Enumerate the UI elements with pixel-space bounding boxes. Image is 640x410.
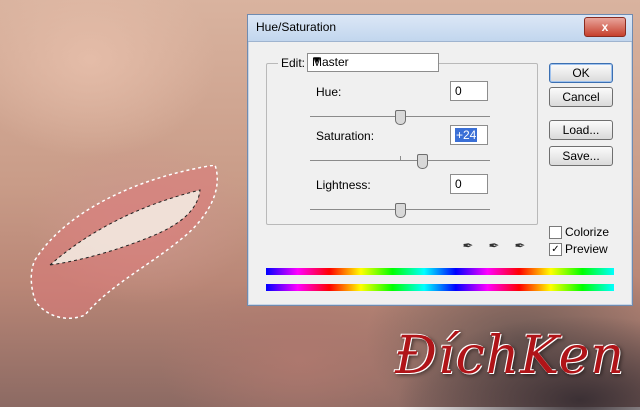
colorize-label: Colorize	[565, 225, 610, 239]
eyedropper-icon[interactable]: ✒	[461, 239, 475, 253]
ok-button[interactable]: OK	[549, 63, 613, 83]
saturation-input[interactable]: +24	[450, 125, 488, 145]
close-button[interactable]: x	[584, 17, 626, 37]
input-color-bar	[266, 268, 614, 275]
preview-checkbox[interactable]: ✓	[549, 243, 562, 256]
saturation-slider-thumb[interactable]	[416, 154, 428, 169]
load-button[interactable]: Load...	[549, 120, 613, 140]
cancel-button[interactable]: Cancel	[549, 87, 613, 107]
hue-label: Hue:	[316, 85, 342, 99]
saturation-label: Saturation:	[316, 129, 375, 143]
saturation-center-tick	[400, 156, 401, 161]
hue-input[interactable]: 0	[450, 81, 488, 101]
watermark-signature: ĐíchKen	[395, 326, 625, 386]
eyedropper-plus-icon[interactable]: ✒	[487, 239, 501, 253]
saturation-value: +24	[455, 128, 478, 142]
dialog-title: Hue/Saturation	[256, 20, 337, 34]
adjustment-group	[266, 63, 538, 225]
output-color-bar	[266, 284, 614, 291]
eyedropper-minus-icon[interactable]: ✒	[513, 239, 527, 253]
preview-label: Preview	[565, 242, 608, 256]
lightness-input[interactable]: 0	[450, 174, 488, 194]
lip-selection	[30, 165, 218, 320]
lightness-slider-thumb[interactable]	[395, 203, 406, 218]
edit-label: Edit:	[278, 56, 309, 70]
hue-saturation-dialog: Hue/Saturation x Edit: Master ▼ Hue: 0 S…	[247, 14, 633, 306]
chevron-down-icon: ▼	[312, 55, 322, 66]
colorize-checkbox[interactable]	[549, 226, 562, 239]
titlebar[interactable]: Hue/Saturation x	[248, 15, 632, 42]
hue-value: 0	[455, 84, 462, 98]
save-button[interactable]: Save...	[549, 146, 613, 166]
edit-select[interactable]: Master ▼	[307, 53, 439, 72]
lightness-label: Lightness:	[316, 178, 371, 192]
lightness-value: 0	[455, 177, 462, 191]
hue-slider-thumb[interactable]	[395, 110, 406, 125]
